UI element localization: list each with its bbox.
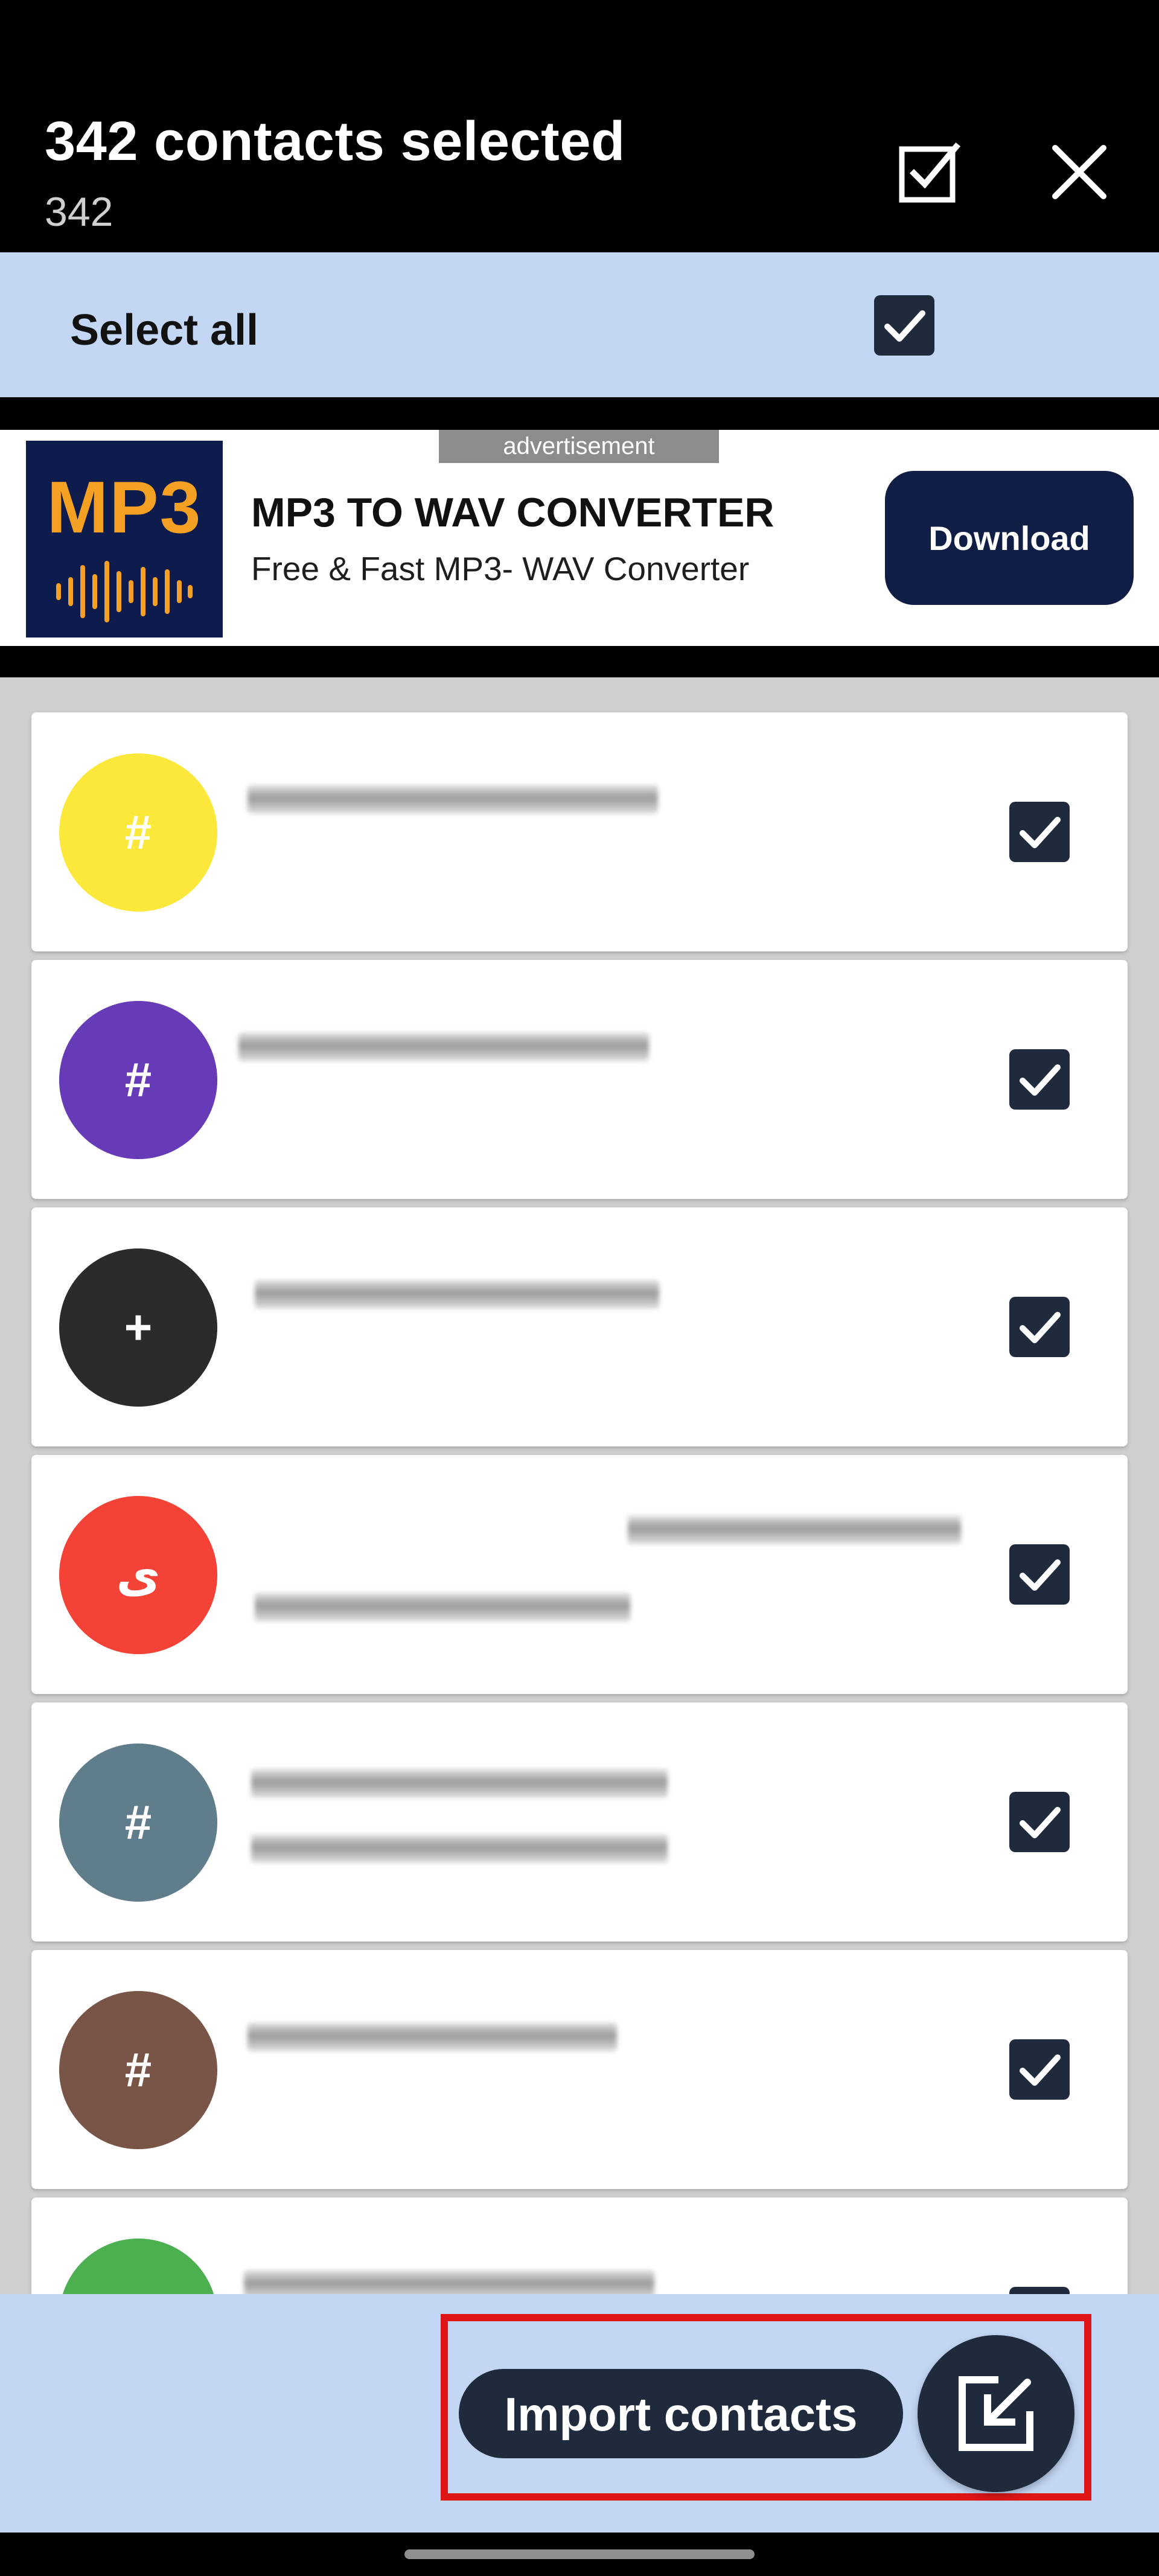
contact-list[interactable]: # # + ى # # [0, 677, 1159, 2294]
contact-checkbox[interactable] [1008, 801, 1071, 863]
contact-avatar: + [59, 1248, 217, 1407]
contact-detail-redacted [255, 1593, 630, 1622]
contact-checkbox[interactable] [1008, 1791, 1071, 1853]
top-app-bar: 342 contacts selected 342 [0, 0, 1159, 252]
contact-row[interactable]: ى [31, 1455, 1128, 1694]
contact-detail-redacted [251, 1834, 668, 1863]
checkbox-select-icon[interactable] [893, 136, 966, 208]
ad-logo: MP3 [26, 441, 223, 638]
contact-row[interactable] [31, 2197, 1128, 2294]
contact-checkbox[interactable] [1008, 1296, 1071, 1358]
contact-row[interactable]: # [31, 960, 1128, 1199]
close-icon[interactable] [1043, 136, 1116, 208]
contact-checkbox[interactable] [1008, 1048, 1071, 1111]
contact-name-redacted [238, 1032, 649, 1061]
select-all-checkbox[interactable] [873, 294, 936, 357]
bottom-action-bar: Import contacts [0, 2294, 1159, 2533]
contact-checkbox[interactable] [1008, 1543, 1071, 1606]
contact-avatar: ى [59, 1496, 217, 1654]
contact-row[interactable]: # [31, 1950, 1128, 2189]
contact-row[interactable]: # [31, 1702, 1128, 1942]
contact-name-redacted [628, 1515, 961, 1544]
ad-title: MP3 TO WAV CONVERTER [251, 490, 774, 535]
import-edit-icon [959, 2376, 1033, 2451]
ad-logo-text: MP3 [46, 466, 202, 548]
contact-avatar: # [59, 1001, 217, 1159]
contact-name-redacted [247, 785, 658, 814]
contact-name-redacted [247, 2022, 617, 2051]
ad-subtitle: Free & Fast MP3- WAV Converter [251, 550, 750, 587]
contact-checkbox[interactable] [1008, 2286, 1071, 2294]
contact-name-redacted [244, 2270, 654, 2294]
contact-row[interactable]: + [31, 1207, 1128, 1446]
selection-title: 342 contacts selected [45, 110, 625, 172]
selection-count: 342 [45, 189, 113, 235]
ad-download-button[interactable]: Download [885, 471, 1134, 605]
select-all-row[interactable]: Select all [0, 252, 1159, 397]
import-fab-button[interactable] [918, 2335, 1074, 2492]
contact-name-redacted [255, 1280, 659, 1309]
home-indicator[interactable] [404, 2549, 755, 2559]
system-nav-bar [0, 2533, 1159, 2576]
contact-avatar: # [59, 1743, 217, 1902]
contact-name-redacted [251, 1769, 668, 1798]
contact-avatar [59, 2239, 217, 2294]
audio-wave-icon [56, 561, 193, 622]
contact-row[interactable]: # [31, 712, 1128, 951]
contact-avatar: # [59, 1991, 217, 2149]
contact-checkbox[interactable] [1008, 2038, 1071, 2101]
ad-banner[interactable]: advertisement MP3 MP3 TO WAV CONVERTER F… [0, 430, 1159, 646]
select-all-label: Select all [70, 306, 259, 354]
contact-avatar: # [59, 753, 217, 912]
import-contacts-button[interactable]: Import contacts [459, 2369, 903, 2458]
ad-tag: advertisement [439, 430, 719, 463]
